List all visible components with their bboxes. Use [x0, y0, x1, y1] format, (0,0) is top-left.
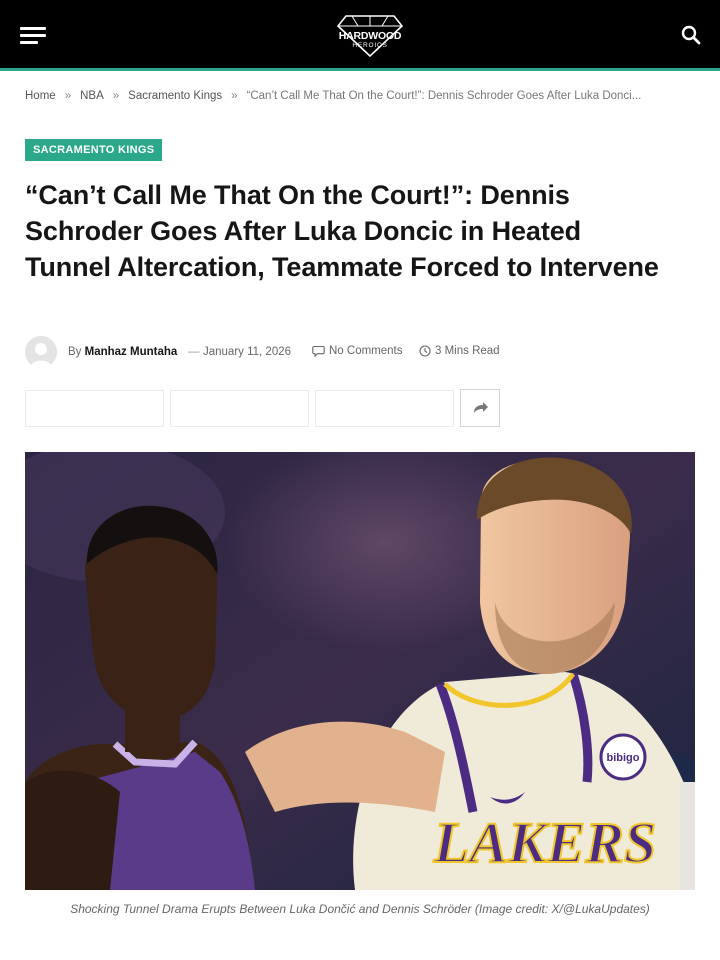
article-meta: By Manhaz Muntaha — January 11, 2026 No … [25, 336, 705, 370]
jersey-text: LAKERS [433, 810, 656, 875]
hamburger-menu-icon[interactable] [20, 25, 46, 45]
share-button-2[interactable] [170, 390, 309, 427]
jersey-patch-text: bibigo [607, 752, 640, 764]
share-button-3[interactable] [315, 390, 454, 427]
header-accent-line [0, 68, 720, 71]
logo-text: HARDWOOD [338, 30, 402, 42]
breadcrumb-separator: » [112, 90, 120, 102]
breadcrumb-sacramento-kings[interactable]: Sacramento Kings [128, 90, 222, 102]
breadcrumb-nba[interactable]: NBA [80, 90, 104, 102]
comment-icon [312, 345, 325, 357]
meta-dash: — [188, 346, 200, 358]
comments-label: No Comments [329, 345, 403, 358]
breadcrumb: Home » NBA » Sacramento Kings » “Can’t Call Me… [25, 90, 705, 106]
by-label: By [68, 346, 82, 358]
breadcrumb-current: “Can’t Call Me That On the Court!”: Denn… [246, 90, 642, 102]
breadcrumb-separator: » [231, 90, 238, 102]
logo-subtext: HEROICS [352, 42, 388, 49]
article-title: “Can’t Call Me That On the Court!”: Denn… [25, 180, 659, 282]
author-byline: By Manhaz Muntaha [68, 346, 177, 358]
featured-image[interactable]: bibigo LAKERS [25, 452, 695, 890]
clock-icon [419, 345, 431, 357]
breadcrumb-home[interactable]: Home [25, 90, 56, 102]
read-time-label: 3 Mins Read [435, 345, 500, 358]
breadcrumb-separator: » [64, 90, 72, 102]
players-photo: bibigo LAKERS [25, 452, 695, 890]
image-caption: Shocking Tunnel Drama Erupts Between Luk… [70, 902, 650, 916]
author-name[interactable]: Manhaz Muntaha [85, 346, 178, 358]
share-button-1[interactable] [25, 390, 164, 427]
avatar-placeholder-icon [25, 336, 57, 368]
site-logo[interactable]: HARDWOOD HEROICS [336, 12, 404, 58]
search-icon[interactable] [680, 24, 702, 46]
publish-date: January 11, 2026 [203, 346, 292, 358]
read-time: 3 Mins Read [419, 345, 500, 357]
category-badge[interactable]: SACRAMENTO KINGS [25, 139, 163, 161]
comments-link[interactable]: No Comments [312, 345, 403, 357]
share-arrow-icon [474, 402, 488, 413]
author-avatar[interactable] [25, 336, 57, 368]
share-more-button[interactable] [460, 389, 500, 427]
site-header: HARDWOOD HEROICS [0, 0, 720, 68]
